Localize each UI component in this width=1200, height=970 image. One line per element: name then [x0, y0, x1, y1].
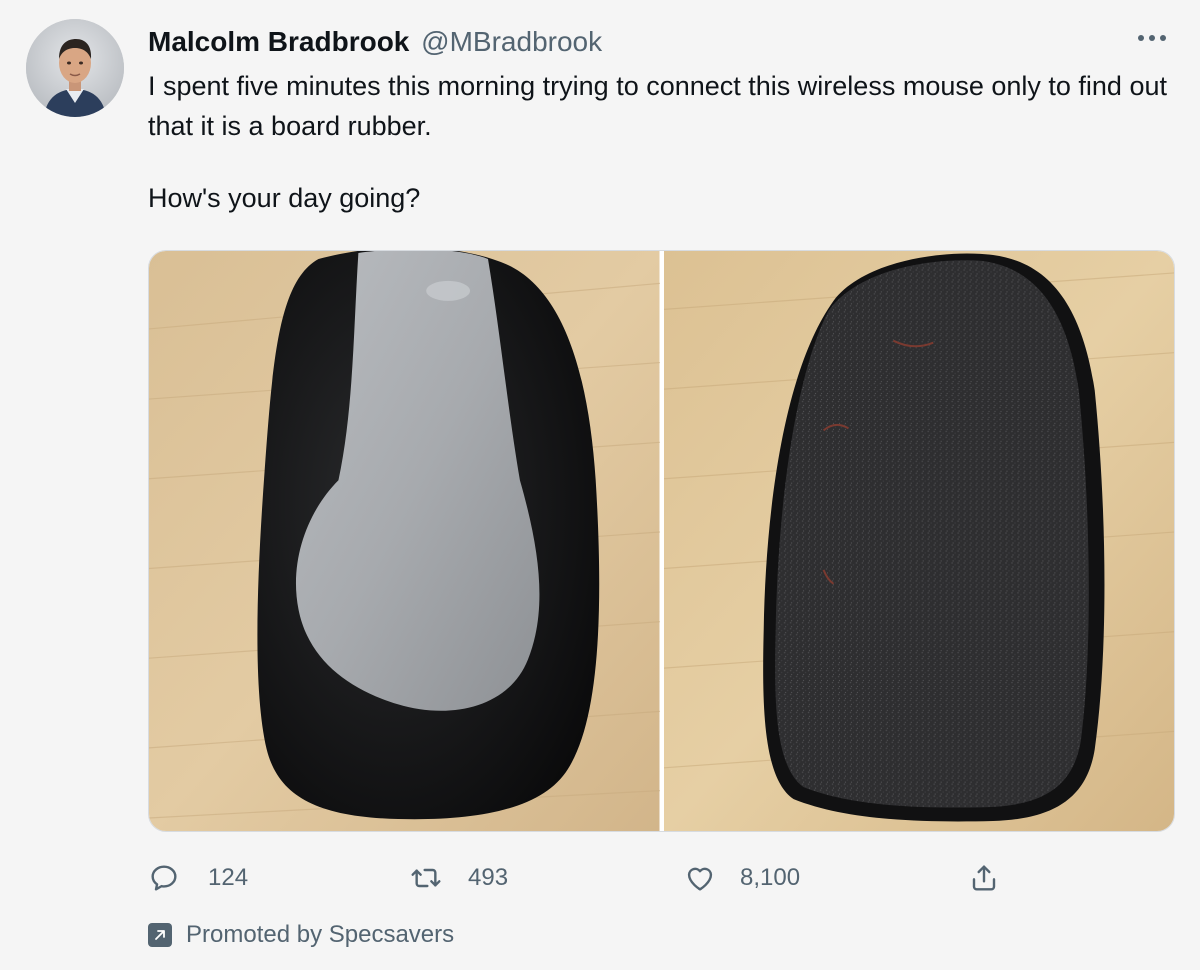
media-photo-eraser[interactable]	[663, 251, 1174, 831]
felt-eraser-photo-icon	[663, 251, 1174, 831]
like-count: 8,100	[740, 864, 801, 891]
promoted-by-text[interactable]: Promoted by Specsavers	[186, 921, 454, 949]
tweet-header: Malcolm Bradbrook @MBradbrook	[148, 26, 602, 58]
tweet-card: Malcolm Bradbrook @MBradbrook I spent fi…	[0, 0, 1200, 970]
retweet-count: 493	[468, 864, 509, 891]
more-options-button[interactable]	[1132, 26, 1172, 50]
more-dot	[1160, 35, 1166, 41]
reply-button[interactable]: 124	[148, 858, 248, 898]
share-button[interactable]	[968, 858, 1000, 898]
promoted-arrow-icon	[148, 923, 172, 947]
tweet-text-paragraph: How's your day going?	[148, 183, 421, 213]
tweet-text: I spent five minutes this morning trying…	[148, 66, 1178, 218]
promoted-label: Promoted by Specsavers	[148, 921, 454, 949]
author-handle[interactable]: @MBradbrook	[421, 26, 602, 57]
mouse-top-photo-icon	[149, 251, 660, 831]
more-dot	[1149, 35, 1155, 41]
media-photo-mouse[interactable]	[149, 251, 660, 831]
heart-icon	[687, 867, 713, 891]
avatar-photo-icon	[26, 19, 124, 117]
author-display-name[interactable]: Malcolm Bradbrook	[148, 26, 409, 57]
share-upload-icon	[972, 865, 996, 891]
like-button[interactable]: 8,100	[684, 858, 800, 898]
tweet-actions: 124 493 8,100	[148, 858, 1028, 898]
more-dot	[1138, 35, 1144, 41]
reply-bubble-icon	[151, 865, 177, 891]
tweet-text-paragraph: I spent five minutes this morning trying…	[148, 71, 1167, 141]
retweet-arrows-icon	[411, 868, 441, 888]
author-avatar[interactable]	[26, 19, 124, 117]
tweet-media-grid	[148, 250, 1175, 832]
reply-count: 124	[208, 864, 249, 891]
retweet-button[interactable]: 493	[410, 858, 508, 898]
